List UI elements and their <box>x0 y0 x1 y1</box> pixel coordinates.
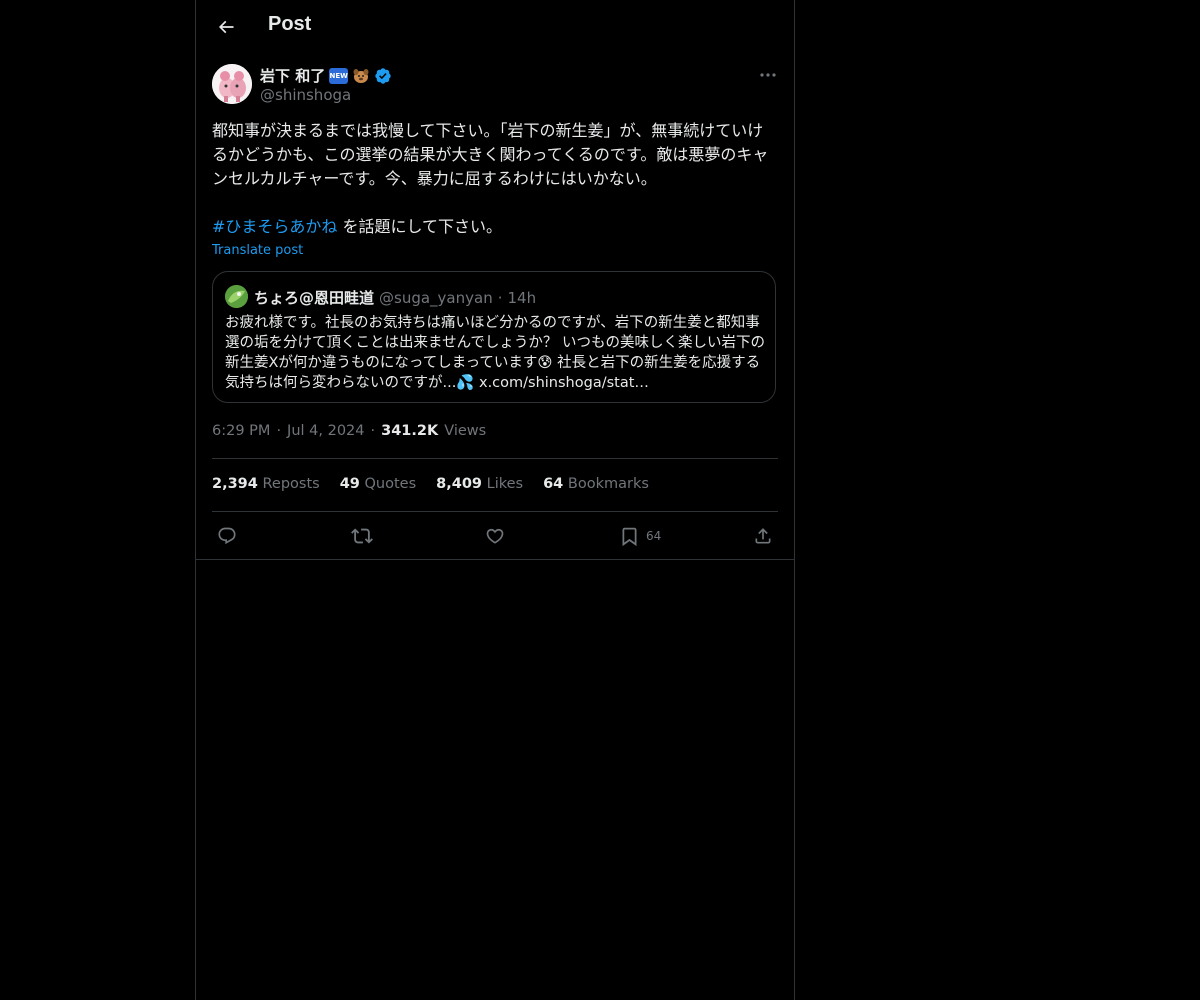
divider <box>196 559 794 560</box>
hashtag-link[interactable]: #ひまそらあかね <box>212 217 337 236</box>
meta-separator: · <box>276 423 282 439</box>
quoted-post[interactable]: ちょろ@恩田畦道 @suga_yanyan · 14h お疲れ様です。社長のお気… <box>212 271 776 403</box>
reposts-stat[interactable]: 2,394 Reposts <box>212 476 320 492</box>
quote-avatar-image <box>225 285 248 308</box>
more-options-button[interactable] <box>758 65 778 85</box>
main-column: Post 岩下 和了 NEW @shinshoga 都知事が決まるまでは我慢して… <box>195 0 795 1000</box>
quote-separator: · <box>497 288 503 307</box>
share-button[interactable] <box>753 524 773 548</box>
author-name-row[interactable]: 岩下 和了 NEW <box>260 65 392 86</box>
page-title: Post <box>268 13 312 35</box>
reply-icon <box>218 527 236 545</box>
bookmark-icon <box>622 527 637 546</box>
quote-time[interactable]: 14h <box>507 289 536 307</box>
quote-author-handle[interactable]: @suga_yanyan <box>379 289 493 307</box>
quote-avatar[interactable] <box>225 285 248 308</box>
post-date[interactable]: Jul 4, 2024 <box>287 423 364 439</box>
translate-post-link[interactable]: Translate post <box>212 243 303 258</box>
meta-separator: · <box>370 423 376 439</box>
reposts-count: 2,394 <box>212 476 258 492</box>
action-bar: 64 <box>196 520 794 552</box>
share-icon <box>755 528 771 544</box>
header: Post <box>196 0 794 54</box>
quote-header: ちょろ@恩田畦道 @suga_yanyan · 14h <box>254 287 536 308</box>
author-handle[interactable]: @shinshoga <box>260 86 351 104</box>
author-name[interactable]: 岩下 和了 <box>260 65 325 86</box>
divider <box>212 458 778 459</box>
back-button[interactable] <box>210 11 242 43</box>
bookmarks-stat[interactable]: 64 Bookmarks <box>543 476 649 492</box>
post-meta: 6:29 PM · Jul 4, 2024 · 341.2K Views <box>212 423 486 439</box>
like-button[interactable] <box>485 524 505 548</box>
heart-icon <box>486 528 504 544</box>
avatar[interactable] <box>212 64 252 104</box>
arrow-left-icon <box>218 20 234 34</box>
verified-badge-icon <box>375 67 391 84</box>
bookmark-count: 64 <box>646 529 662 543</box>
divider <box>212 511 778 512</box>
dog-emoji-icon <box>353 68 369 83</box>
quote-author-name[interactable]: ちょろ@恩田畦道 <box>254 287 374 308</box>
new-badge-icon: NEW <box>329 67 349 84</box>
quote-text: お疲れ様です。社長のお気持ちは痛いほど分かるのですが、岩下の新生姜と都知事選の垢… <box>225 315 765 391</box>
reposts-label: Reposts <box>262 476 320 492</box>
quotes-count: 49 <box>339 476 360 492</box>
post-text-main: 都知事が決まるまでは我慢して下さい。「岩下の新生姜」が、無事続けていけるかどうか… <box>212 121 769 188</box>
bookmark-button[interactable]: 64 <box>619 524 661 548</box>
repost-icon <box>351 528 373 544</box>
views-count: 341.2K <box>381 423 439 439</box>
bookmarks-label: Bookmarks <box>567 476 649 492</box>
views-label: Views <box>444 423 487 439</box>
engagement-stats: 2,394 Reposts 49 Quotes 8,409 Likes 64 B… <box>212 476 649 492</box>
post-time[interactable]: 6:29 PM <box>212 423 270 439</box>
likes-count: 8,409 <box>436 476 483 492</box>
repost-button[interactable] <box>351 524 373 548</box>
more-horizontal-icon <box>760 73 776 77</box>
bookmarks-count: 64 <box>543 476 564 492</box>
post-text-end: を話題にして下さい。 <box>337 217 503 236</box>
avatar-image <box>212 64 252 104</box>
quotes-stat[interactable]: 49 Quotes <box>340 476 416 492</box>
post-text: 都知事が決まるまでは我慢して下さい。「岩下の新生姜」が、無事続けていけるかどうか… <box>212 119 778 239</box>
likes-stat[interactable]: 8,409 Likes <box>436 476 523 492</box>
reply-button[interactable] <box>217 524 237 548</box>
likes-label: Likes <box>486 476 524 492</box>
quotes-label: Quotes <box>364 476 417 492</box>
